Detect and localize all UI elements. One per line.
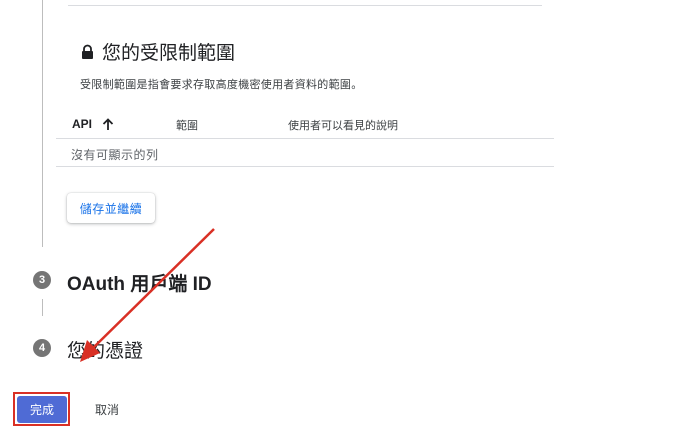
- restricted-scopes-title: 您的受限制範圍: [102, 43, 236, 64]
- stepper-line-middle: [42, 299, 43, 316]
- table-header-row: API 範圍 使用者可以看見的說明: [56, 109, 554, 139]
- restricted-scopes-heading: 您的受限制範圍: [81, 38, 235, 65]
- restricted-scopes-table: API 範圍 使用者可以看見的說明 沒有可顯示的列: [56, 109, 554, 167]
- column-header-api[interactable]: API: [72, 117, 114, 131]
- section-divider: [68, 5, 542, 6]
- column-header-api-label: API: [72, 117, 93, 131]
- step-3-badge: 3: [33, 271, 51, 289]
- stepper-line-top: [42, 0, 43, 247]
- table-empty-row: 沒有可顯示的列: [56, 139, 554, 167]
- table-empty-message: 沒有可顯示的列: [71, 148, 159, 162]
- step-4-title[interactable]: 您的憑證: [67, 336, 143, 363]
- lock-icon: [81, 44, 94, 60]
- step-3-title[interactable]: OAuth 用戶端 ID: [67, 269, 212, 296]
- restricted-scopes-description: 受限制範圍是指會要求存取高度機密使用者資料的範圍。: [80, 79, 363, 91]
- cancel-button[interactable]: 取消: [85, 396, 129, 423]
- column-header-scope: 範圍: [176, 120, 198, 132]
- column-header-user-description: 使用者可以看見的說明: [288, 120, 398, 132]
- step-4-badge: 4: [33, 339, 51, 357]
- done-button[interactable]: 完成: [17, 396, 67, 423]
- save-and-continue-button[interactable]: 儲存並繼續: [67, 193, 155, 223]
- arrow-up-icon[interactable]: [102, 117, 114, 131]
